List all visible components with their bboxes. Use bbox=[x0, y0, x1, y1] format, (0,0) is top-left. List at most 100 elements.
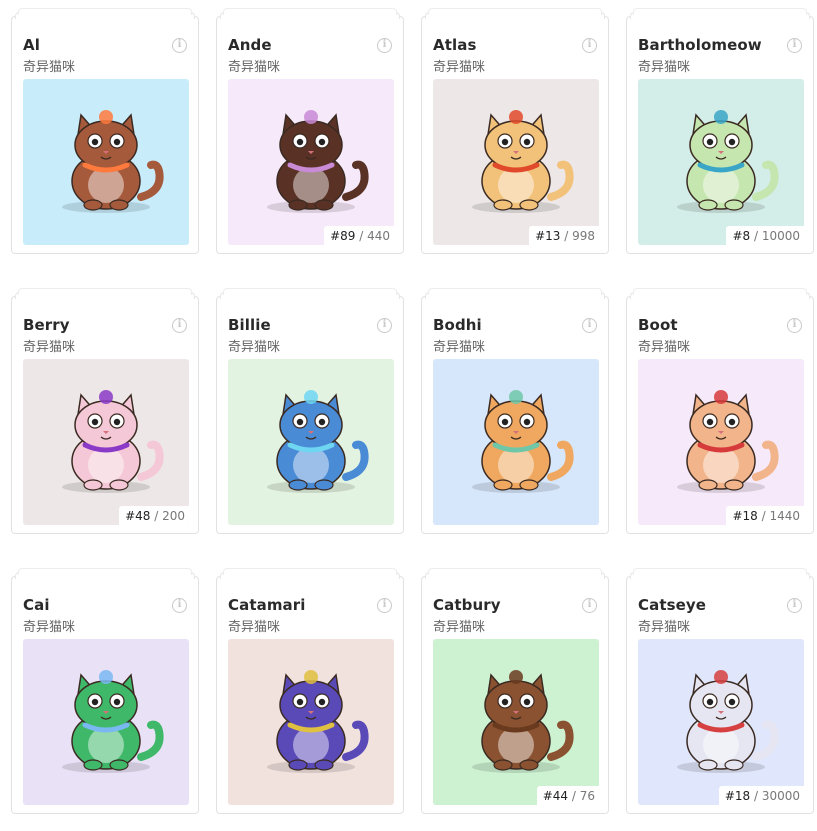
edition-supply: 76 bbox=[579, 789, 595, 803]
cat-category-label: 奇异猫咪 bbox=[228, 620, 281, 635]
edition-number: #18 bbox=[724, 789, 751, 803]
cat-name: Bartholomeow bbox=[638, 36, 762, 54]
cat-card[interactable]: Bodhi 奇异猫咪 i bbox=[421, 288, 609, 534]
edition-supply: 30000 bbox=[761, 789, 800, 803]
edition-separator: / bbox=[150, 509, 163, 523]
cat-card[interactable]: Ande 奇异猫咪 i #89 / 440 bbox=[216, 8, 404, 254]
edition-badge: #48 / 200 bbox=[119, 506, 189, 525]
cat-category-label: 奇异猫咪 bbox=[23, 340, 76, 355]
edition-supply: 10000 bbox=[761, 229, 800, 243]
cat-artwork[interactable] bbox=[433, 359, 599, 525]
edition-number: #44 bbox=[542, 789, 569, 803]
cat-name: Catamari bbox=[228, 596, 306, 614]
info-icon[interactable]: i bbox=[377, 318, 392, 333]
edition-number: #13 bbox=[535, 229, 561, 243]
cat-name: Catbury bbox=[433, 596, 501, 614]
cat-illustration bbox=[267, 670, 369, 773]
cat-name: Cai bbox=[23, 596, 50, 614]
info-icon[interactable]: i bbox=[377, 598, 392, 613]
cat-name: Al bbox=[23, 36, 40, 54]
cat-illustration bbox=[677, 390, 779, 493]
edition-supply: 998 bbox=[572, 229, 595, 243]
cat-card[interactable]: Bartholomeow 奇异猫咪 i #8 / 10000 bbox=[626, 8, 814, 254]
edition-number: #8 bbox=[732, 229, 751, 243]
edition-number: #89 bbox=[330, 229, 356, 243]
info-icon[interactable]: i bbox=[787, 318, 802, 333]
cat-illustration bbox=[62, 110, 164, 213]
cat-category-label: 奇异猫咪 bbox=[228, 60, 281, 75]
cat-illustration bbox=[472, 110, 574, 213]
cat-category-label: 奇异猫咪 bbox=[433, 60, 486, 75]
cat-category-label: 奇异猫咪 bbox=[638, 340, 691, 355]
edition-number: #48 bbox=[125, 509, 151, 523]
cat-name: Boot bbox=[638, 316, 678, 334]
cat-name: Bodhi bbox=[433, 316, 482, 334]
info-icon[interactable]: i bbox=[172, 598, 187, 613]
cat-card[interactable]: Atlas 奇异猫咪 i #13 / 998 bbox=[421, 8, 609, 254]
cat-card[interactable]: Catamari 奇异猫咪 i bbox=[216, 568, 404, 814]
edition-badge: #89 / 440 bbox=[324, 226, 394, 245]
cat-illustration bbox=[267, 110, 369, 213]
cat-artwork[interactable]: #89 / 440 bbox=[228, 79, 394, 245]
edition-separator: / bbox=[757, 509, 770, 523]
edition-supply: 200 bbox=[162, 509, 185, 523]
info-icon[interactable]: i bbox=[582, 38, 597, 53]
cat-name: Ande bbox=[228, 36, 272, 54]
cat-artwork[interactable]: #13 / 998 bbox=[433, 79, 599, 245]
cat-artwork[interactable] bbox=[228, 639, 394, 805]
cat-name: Atlas bbox=[433, 36, 477, 54]
info-icon[interactable]: i bbox=[582, 318, 597, 333]
cat-card[interactable]: Cai 奇异猫咪 i bbox=[11, 568, 199, 814]
info-icon[interactable]: i bbox=[787, 598, 802, 613]
cat-name: Berry bbox=[23, 316, 70, 334]
edition-supply: 1440 bbox=[769, 509, 800, 523]
cat-artwork[interactable]: #18 / 1440 bbox=[638, 359, 804, 525]
cat-illustration bbox=[677, 670, 779, 773]
cat-illustration bbox=[677, 110, 779, 213]
cat-name: Billie bbox=[228, 316, 271, 334]
cat-card[interactable]: Berry 奇异猫咪 i #48 / 200 bbox=[11, 288, 199, 534]
cat-artwork[interactable]: #44 / 76 bbox=[433, 639, 599, 805]
cat-category-label: 奇异猫咪 bbox=[638, 60, 691, 75]
edition-badge: #8 / 10000 bbox=[726, 226, 804, 245]
info-icon[interactable]: i bbox=[172, 318, 187, 333]
cat-artwork[interactable] bbox=[23, 639, 189, 805]
cat-illustration bbox=[62, 390, 164, 493]
cat-name: Catseye bbox=[638, 596, 707, 614]
cat-category-label: 奇异猫咪 bbox=[433, 340, 486, 355]
cat-card[interactable]: Billie 奇异猫咪 i bbox=[216, 288, 404, 534]
cat-category-label: 奇异猫咪 bbox=[228, 340, 281, 355]
info-icon[interactable]: i bbox=[787, 38, 802, 53]
cat-artwork[interactable]: #48 / 200 bbox=[23, 359, 189, 525]
cat-card[interactable]: Boot 奇异猫咪 i #18 / 1440 bbox=[626, 288, 814, 534]
info-icon[interactable]: i bbox=[582, 598, 597, 613]
cat-illustration bbox=[267, 390, 369, 493]
edition-separator: / bbox=[568, 789, 580, 803]
cat-category-label: 奇异猫咪 bbox=[638, 620, 691, 635]
cat-artwork[interactable] bbox=[23, 79, 189, 245]
edition-separator: / bbox=[560, 229, 573, 243]
cat-card[interactable]: Catbury 奇异猫咪 i #44 / 76 bbox=[421, 568, 609, 814]
info-icon[interactable]: i bbox=[377, 38, 392, 53]
cat-artwork[interactable]: #18 / 30000 bbox=[638, 639, 804, 805]
edition-badge: #13 / 998 bbox=[529, 226, 599, 245]
edition-separator: / bbox=[750, 229, 762, 243]
edition-supply: 440 bbox=[367, 229, 390, 243]
edition-number: #18 bbox=[732, 509, 758, 523]
edition-separator: / bbox=[355, 229, 368, 243]
cat-gallery-grid: Al 奇异猫咪 i Ande 奇异猫咪 i #89 / 440 Atlas 奇异猫咪 i #13 /… bbox=[0, 0, 817, 831]
edition-separator: / bbox=[750, 789, 762, 803]
cat-artwork[interactable] bbox=[228, 359, 394, 525]
cat-category-label: 奇异猫咪 bbox=[23, 60, 76, 75]
cat-illustration bbox=[62, 670, 164, 773]
cat-card[interactable]: Catseye 奇异猫咪 i #18 / 30000 bbox=[626, 568, 814, 814]
cat-category-label: 奇异猫咪 bbox=[433, 620, 486, 635]
cat-illustration bbox=[472, 390, 574, 493]
edition-badge: #18 / 1440 bbox=[726, 506, 804, 525]
cat-artwork[interactable]: #8 / 10000 bbox=[638, 79, 804, 245]
edition-badge: #44 / 76 bbox=[536, 786, 599, 805]
cat-card[interactable]: Al 奇异猫咪 i bbox=[11, 8, 199, 254]
info-icon[interactable]: i bbox=[172, 38, 187, 53]
cat-illustration bbox=[472, 670, 574, 773]
cat-category-label: 奇异猫咪 bbox=[23, 620, 76, 635]
